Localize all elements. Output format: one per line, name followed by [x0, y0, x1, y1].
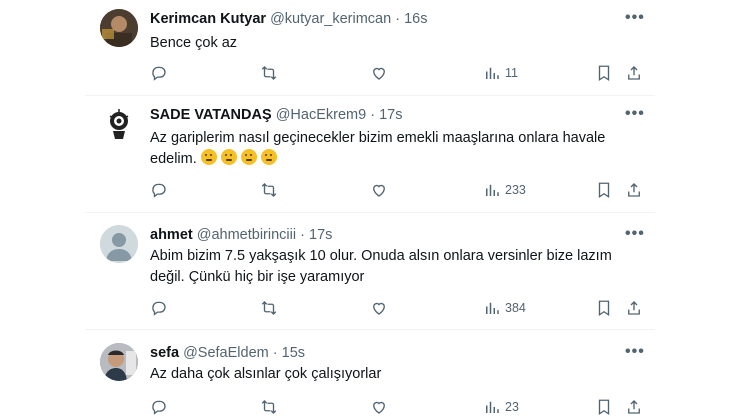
- timestamp[interactable]: 15s: [282, 345, 305, 361]
- share-button[interactable]: [625, 397, 643, 417]
- tweet-header: sefa @SefaEldem · 15s: [150, 345, 305, 361]
- retweet-icon: [261, 400, 277, 414]
- views-button[interactable]: 23: [483, 397, 519, 417]
- retweet-icon: [261, 183, 277, 197]
- views-button[interactable]: 233: [483, 180, 526, 200]
- retweet-button[interactable]: [260, 397, 278, 417]
- user-handle[interactable]: @SefaEldem: [183, 345, 269, 361]
- bookmark-button[interactable]: [595, 180, 613, 200]
- display-name[interactable]: SADE VATANDAŞ: [150, 107, 272, 123]
- retweet-icon: [261, 301, 277, 315]
- bar-chart-icon: [486, 302, 499, 314]
- reply-icon: [152, 66, 166, 81]
- timestamp[interactable]: 17s: [309, 227, 332, 243]
- share-button[interactable]: [625, 63, 643, 83]
- tweet-header: Kerimcan Kutyar @kutyar_kerimcan · 16s: [150, 11, 427, 27]
- heart-icon: [373, 184, 385, 197]
- separator-dot: ·: [300, 227, 305, 243]
- share-icon: [628, 66, 640, 80]
- share-icon: [628, 400, 640, 414]
- thinking-face-icon: [240, 149, 257, 165]
- reply-icon: [152, 301, 166, 316]
- bookmark-button[interactable]: [595, 298, 613, 318]
- retweet-button[interactable]: [260, 180, 278, 200]
- share-button[interactable]: [625, 180, 643, 200]
- views-button[interactable]: 384: [483, 298, 526, 318]
- like-button[interactable]: [370, 63, 388, 83]
- separator-dot: ·: [272, 345, 278, 361]
- views-count: 233: [505, 183, 526, 197]
- more-options-icon[interactable]: •••: [625, 9, 645, 27]
- more-options-icon[interactable]: •••: [625, 225, 645, 243]
- reply-icon: [152, 183, 166, 198]
- bar-chart-icon: [486, 67, 499, 79]
- tweet-header: SADE VATANDAŞ @HacEkrem9 · 17s: [150, 107, 402, 123]
- separator-dot: ·: [370, 107, 376, 123]
- share-button[interactable]: [625, 298, 643, 318]
- tweet-actions: 11: [150, 63, 650, 83]
- avatar[interactable]: [100, 9, 138, 47]
- views-count: 23: [505, 400, 519, 414]
- retweet-icon: [261, 66, 277, 80]
- reply-button[interactable]: [150, 298, 168, 318]
- bookmark-icon: [598, 300, 610, 317]
- bar-chart-icon: [486, 401, 499, 413]
- bookmark-icon: [598, 182, 610, 199]
- display-name[interactable]: Kerimcan Kutyar: [150, 11, 266, 27]
- like-button[interactable]: [370, 180, 388, 200]
- reply-button[interactable]: [150, 63, 168, 83]
- thinking-face-icon: [260, 149, 277, 165]
- avatar[interactable]: [100, 104, 138, 142]
- user-handle[interactable]: @kutyar_kerimcan: [270, 11, 391, 27]
- bar-chart-icon: [486, 184, 499, 196]
- reply-button[interactable]: [150, 397, 168, 417]
- tweet-actions: 23: [150, 397, 650, 417]
- heart-icon: [373, 67, 385, 80]
- tweet-text: Abim bizim 7.5 yakşaşık 10 olur. Onuda a…: [150, 248, 612, 285]
- thinking-face-icon: [200, 149, 217, 165]
- avatar[interactable]: [100, 343, 138, 381]
- bookmark-button[interactable]: [595, 63, 613, 83]
- retweet-button[interactable]: [260, 63, 278, 83]
- tweet-text-block: Az gariplerim nasıl geçinecekler bizim e…: [150, 128, 620, 170]
- retweet-button[interactable]: [260, 298, 278, 318]
- more-options-icon[interactable]: •••: [625, 343, 645, 361]
- bookmark-icon: [598, 399, 610, 416]
- reply-icon: [152, 400, 166, 415]
- tweet-actions: 233: [150, 180, 650, 200]
- heart-icon: [373, 302, 385, 315]
- share-icon: [628, 183, 640, 197]
- separator-dot: ·: [395, 11, 401, 27]
- share-icon: [628, 301, 640, 315]
- bookmark-icon: [598, 65, 610, 82]
- views-button[interactable]: 11: [483, 63, 518, 83]
- thinking-face-icon: [220, 149, 237, 165]
- tweet-text: Az daha çok alsınlar çok çalışıyorlar: [150, 366, 382, 382]
- tweet-text: Bence çok az: [150, 35, 238, 51]
- bookmark-button[interactable]: [595, 397, 613, 417]
- user-handle[interactable]: @HacEkrem9: [276, 107, 366, 123]
- timestamp[interactable]: 17s: [379, 107, 402, 123]
- views-count: 384: [505, 301, 526, 315]
- timestamp[interactable]: 16s: [404, 11, 427, 27]
- tweet-text: Az gariplerim nasıl geçinecekler bizim e…: [150, 130, 606, 167]
- display-name[interactable]: ahmet: [150, 227, 193, 243]
- tweet-actions: 384: [150, 298, 650, 318]
- views-count: 11: [505, 66, 518, 80]
- display-name[interactable]: sefa: [150, 345, 179, 361]
- avatar[interactable]: [100, 225, 138, 263]
- like-button[interactable]: [370, 397, 388, 417]
- heart-icon: [373, 401, 385, 414]
- tweet-header: ahmet @ahmetbirinciii · 17s: [150, 227, 332, 243]
- like-button[interactable]: [370, 298, 388, 318]
- more-options-icon[interactable]: •••: [625, 105, 645, 123]
- reply-button[interactable]: [150, 180, 168, 200]
- user-handle[interactable]: @ahmetbirinciii: [197, 227, 296, 243]
